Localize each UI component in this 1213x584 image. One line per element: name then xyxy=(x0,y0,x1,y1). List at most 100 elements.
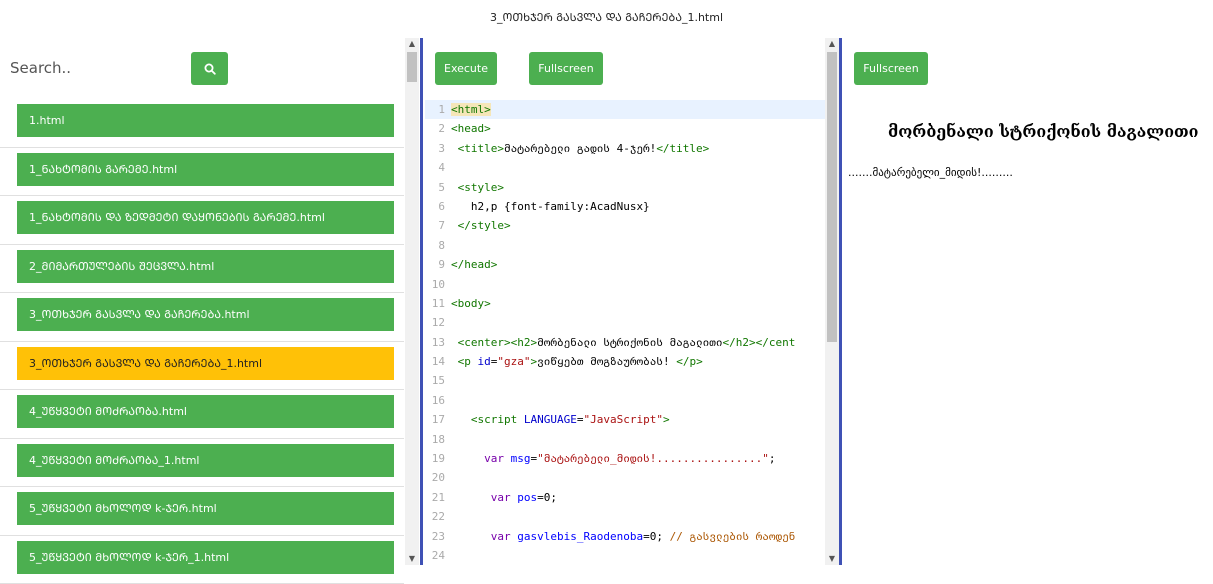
code-line: 18 xyxy=(425,430,825,449)
code-line: 19 var msg="მატარებელი_მიდის!...........… xyxy=(425,449,825,468)
code-token: <p xyxy=(458,355,478,368)
code-line: 2 <head> xyxy=(425,119,825,138)
code-line: 5 <style> xyxy=(425,178,825,197)
search-icon xyxy=(204,63,216,75)
line-number: 4 xyxy=(425,158,445,177)
code-token: </h2></cent xyxy=(723,336,796,349)
file-item-label: 3_ᲝᲗᲮᲯᲔᲠ ᲒᲐᲡᲕᲚᲐ ᲓᲐ ᲒᲐᲩᲔᲠᲔᲑᲐ.html xyxy=(17,308,250,321)
code-token: </style> xyxy=(458,219,511,232)
line-number: 13 xyxy=(425,333,445,352)
fullscreen-button[interactable]: Fullscreen xyxy=(529,52,603,85)
code-line: 6 h2,p {font-family:AcadNusx} xyxy=(425,197,825,216)
code-line: 20 xyxy=(425,468,825,487)
line-number: 15 xyxy=(425,371,445,390)
code-line: 12 xyxy=(425,313,825,332)
code-token: msg xyxy=(511,452,531,465)
code-line: 17 <script LANGUAGE="JavaScript"> xyxy=(425,410,825,429)
code-token: </title> xyxy=(656,142,709,155)
scroll-down-arrow-icon[interactable]: ▼ xyxy=(825,553,839,565)
code-token: var xyxy=(491,530,511,543)
code-line: 15 xyxy=(425,371,825,390)
code-token: <script xyxy=(471,413,524,426)
code-line: 22 xyxy=(425,507,825,526)
line-number: 18 xyxy=(425,430,445,449)
editor-scroll-thumb[interactable] xyxy=(827,52,837,342)
scroll-up-arrow-icon[interactable]: ▲ xyxy=(825,38,839,50)
file-item[interactable]: 4_ᲣᲬᲧᲕᲔᲢᲘ ᲛᲝᲫᲠᲐᲝᲑᲐ.html xyxy=(17,395,394,428)
line-number: 6 xyxy=(425,197,445,216)
file-item-label: 4_ᲣᲬᲧᲕᲔᲢᲘ ᲛᲝᲫᲠᲐᲝᲑᲐ.html xyxy=(17,405,187,418)
list-item: 2_ᲛᲘᲛᲐᲠᲗᲣᲚᲔᲑᲘᲡ ᲨᲔᲪᲕᲚᲐ.html xyxy=(0,245,404,294)
file-item[interactable]: 1.html xyxy=(17,104,394,137)
preview-fullscreen-button[interactable]: Fullscreen xyxy=(854,52,928,85)
line-number: 17 xyxy=(425,410,445,429)
line-number: 11 xyxy=(425,294,445,313)
line-number: 7 xyxy=(425,216,445,235)
file-item-label: 1_ᲜᲐᲮᲢᲝᲛᲘᲡ ᲒᲐᲠᲔᲛᲔ.html xyxy=(17,163,177,176)
code-line: 23 var gasvlebis_Raodenoba=0; // გასვლებ… xyxy=(425,527,825,546)
code-token: id xyxy=(478,355,491,368)
list-item: 5_ᲣᲬᲧᲕᲔᲢᲘ ᲛᲮᲝᲚᲝᲓ k-ᲯᲔᲠ.html xyxy=(0,487,404,536)
line-number: 3 xyxy=(425,139,445,158)
code-line: 4 xyxy=(425,158,825,177)
code-line: 13 <center><h2>მორბენალი სტრიქონის მაგალ… xyxy=(425,333,825,352)
line-number: 19 xyxy=(425,449,445,468)
file-item[interactable]: 4_ᲣᲬᲧᲕᲔᲢᲘ ᲛᲝᲫᲠᲐᲝᲑᲐ_1.html xyxy=(17,444,394,477)
file-item-active[interactable]: 3_ᲝᲗᲮᲯᲔᲠ ᲒᲐᲡᲕᲚᲐ ᲓᲐ ᲒᲐᲩᲔᲠᲔᲑᲐ_1.html xyxy=(17,347,394,380)
code-token: var xyxy=(484,452,504,465)
code-token: "gza" xyxy=(497,355,530,368)
line-number: 14 xyxy=(425,352,445,371)
scroll-up-arrow-icon[interactable]: ▲ xyxy=(405,38,419,50)
code-token: gasvlebis_Raodenoba xyxy=(517,530,643,543)
code-line: 8 xyxy=(425,236,825,255)
line-number: 5 xyxy=(425,178,445,197)
line-number: 2 xyxy=(425,119,445,138)
file-item-label: 2_ᲛᲘᲛᲐᲠᲗᲣᲚᲔᲑᲘᲡ ᲨᲔᲪᲕᲚᲐ.html xyxy=(17,260,214,273)
execute-button[interactable]: Execute xyxy=(435,52,497,85)
code-editor[interactable]: 1<html> 2<head> 3 <title>მატარებელი გადი… xyxy=(425,100,825,565)
file-item-label: 3_ᲝᲗᲮᲯᲔᲠ ᲒᲐᲡᲕᲚᲐ ᲓᲐ ᲒᲐᲩᲔᲠᲔᲑᲐ_1.html xyxy=(17,357,262,370)
editor-scrollbar[interactable]: ▲ ▼ xyxy=(825,38,839,565)
code-line: 9</head> xyxy=(425,255,825,274)
window-title: 3_ᲝᲗᲮᲯᲔᲠ ᲒᲐᲡᲕᲚᲐ ᲓᲐ ᲒᲐᲩᲔᲠᲔᲑᲐ_1.html xyxy=(0,10,1213,25)
search-input[interactable] xyxy=(8,55,172,81)
file-item[interactable]: 1_ᲜᲐᲮᲢᲝᲛᲘᲡ ᲒᲐᲠᲔᲛᲔ.html xyxy=(17,153,394,186)
code-line: 16 xyxy=(425,391,825,410)
code-line: 11 <body> xyxy=(425,294,825,313)
code-token: </head> xyxy=(451,258,497,271)
sidebar-scroll-thumb[interactable] xyxy=(407,52,417,82)
code-token: var xyxy=(491,491,511,504)
scroll-down-arrow-icon[interactable]: ▼ xyxy=(405,553,419,565)
file-item[interactable]: 5_ᲣᲬᲧᲕᲔᲢᲘ ᲛᲮᲝᲚᲝᲓ k-ᲯᲔᲠ.html xyxy=(17,492,394,525)
code-line: 14 <p id="gza">ვიწყებთ მოგზაურობას! </p> xyxy=(425,352,825,371)
list-item: 3_ᲝᲗᲮᲯᲔᲠ ᲒᲐᲡᲕᲚᲐ ᲓᲐ ᲒᲐᲩᲔᲠᲔᲑᲐ_1.html xyxy=(0,342,404,391)
code-token: <body> xyxy=(451,297,491,310)
list-item: 1.html xyxy=(0,99,404,148)
line-number: 12 xyxy=(425,313,445,332)
code-token: ; xyxy=(769,452,776,465)
sidebar-scrollbar[interactable]: ▲ ▼ xyxy=(405,38,419,565)
preview-heading: მორბენალი სტრიქონის მაგალითი xyxy=(888,122,1198,141)
code-token: h2,p {font-family:AcadNusx} xyxy=(471,200,650,213)
editor-left-divider xyxy=(420,38,423,565)
file-item-label: 4_ᲣᲬᲧᲕᲔᲢᲘ ᲛᲝᲫᲠᲐᲝᲑᲐ_1.html xyxy=(17,454,199,467)
code-token: <style> xyxy=(458,181,504,194)
code-line: 24 xyxy=(425,546,825,565)
code-token: </p> xyxy=(676,355,703,368)
code-token: LANGUAGE xyxy=(524,413,577,426)
file-item[interactable]: 3_ᲝᲗᲮᲯᲔᲠ ᲒᲐᲡᲕᲚᲐ ᲓᲐ ᲒᲐᲩᲔᲠᲔᲑᲐ.html xyxy=(17,298,394,331)
code-token: <head> xyxy=(451,122,491,135)
file-list: 1.html 1_ᲜᲐᲮᲢᲝᲛᲘᲡ ᲒᲐᲠᲔᲛᲔ.html 1_ᲜᲐᲮᲢᲝᲛᲘᲡ… xyxy=(0,99,404,584)
file-item-label: 1_ᲜᲐᲮᲢᲝᲛᲘᲡ ᲓᲐ ᲖᲔᲓᲛᲔᲢᲘ ᲓᲐᲧᲝᲜᲔᲑᲘᲡ ᲒᲐᲠᲔᲛᲔ.h… xyxy=(17,211,325,224)
list-item: 4_ᲣᲬᲧᲕᲔᲢᲘ ᲛᲝᲫᲠᲐᲝᲑᲐ.html xyxy=(0,390,404,439)
search-button[interactable] xyxy=(191,52,228,85)
file-item[interactable]: 2_ᲛᲘᲛᲐᲠᲗᲣᲚᲔᲑᲘᲡ ᲨᲔᲪᲕᲚᲐ.html xyxy=(17,250,394,283)
code-token: ვიწყებთ მოგზაურობას! xyxy=(537,355,676,368)
list-item: 3_ᲝᲗᲮᲯᲔᲠ ᲒᲐᲡᲕᲚᲐ ᲓᲐ ᲒᲐᲩᲔᲠᲔᲑᲐ.html xyxy=(0,293,404,342)
file-item-label: 5_ᲣᲬᲧᲕᲔᲢᲘ ᲛᲮᲝᲚᲝᲓ k-ᲯᲔᲠ.html xyxy=(17,502,217,515)
file-item-label: 1.html xyxy=(17,114,65,127)
code-line: 3 <title>მატარებელი გადის 4-ჯერ!</title> xyxy=(425,139,825,158)
file-item[interactable]: 5_ᲣᲬᲧᲕᲔᲢᲘ ᲛᲮᲝᲚᲝᲓ k-ᲯᲔᲠ_1.html xyxy=(17,541,394,574)
file-item[interactable]: 1_ᲜᲐᲮᲢᲝᲛᲘᲡ ᲓᲐ ᲖᲔᲓᲛᲔᲢᲘ ᲓᲐᲧᲝᲜᲔᲑᲘᲡ ᲒᲐᲠᲔᲛᲔ.h… xyxy=(17,201,394,234)
code-token: მორბენალი სტრიქონის მაგალითი xyxy=(537,336,722,349)
